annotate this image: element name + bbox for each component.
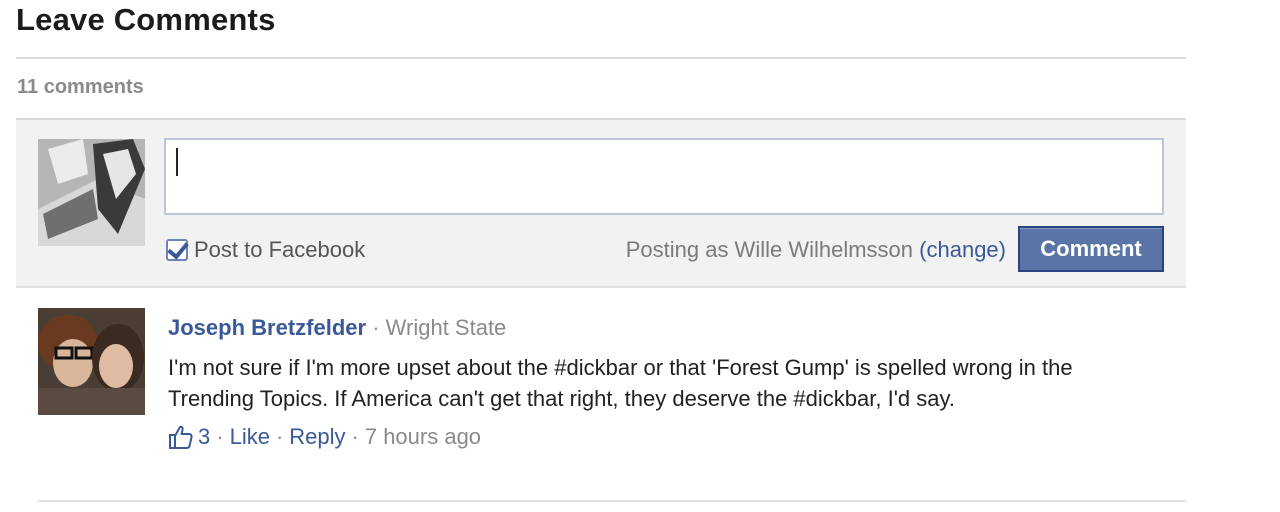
comment-input[interactable] [164,138,1164,215]
comment-author-link[interactable]: Joseph Bretzfelder [168,315,366,340]
text-caret [176,148,178,176]
actions-separator: · [216,424,224,449]
actions-separator: · [275,424,284,449]
header-separator: · [372,315,380,340]
like-count[interactable]: 3 [198,423,210,451]
comment-text: I'm not sure if I'm more upset about the… [168,355,1073,411]
actions-separator: · [351,424,359,449]
section-title: Leave Comments [16,2,276,37]
thumbs-up-icon[interactable] [168,424,194,450]
comment-submit-button[interactable]: Comment [1018,226,1164,272]
comment-header: Joseph Bretzfelder · Wright State [168,314,1168,342]
commenter-avatar-image [38,308,145,415]
comment-actions: 3 · Like · Reply · 7 hours ago [168,423,1168,451]
comment-count: 11 comments [17,76,144,98]
post-to-facebook-checkbox[interactable] [166,237,189,261]
comment-body: Joseph Bretzfelder · Wright State I'm no… [168,314,1168,451]
posting-as-text: Posting as Wille Wilhelmsson [625,237,914,262]
commenter-avatar[interactable] [38,308,145,415]
like-link[interactable]: Like [230,423,270,451]
comment-timestamp: 7 hours ago [364,424,482,449]
posting-as-info: Posting as Wille Wilhelmsson (change) [626,237,1006,263]
post-to-facebook-label: Post to Facebook [194,237,366,262]
comment-composer: Post to Facebook Posting as Wille Wilhel… [16,118,1186,288]
change-account-link[interactable]: (change) [919,237,1006,262]
post-to-facebook-option[interactable]: Post to Facebook [166,234,365,266]
user-avatar [38,139,145,246]
checkmark-icon [167,237,189,260]
comment-divider [38,500,1186,502]
title-divider [16,57,1186,59]
reply-link[interactable]: Reply [289,423,345,451]
comments-plugin: Leave Comments 11 comments Post to Faceb… [0,0,1280,512]
user-avatar-image [38,139,145,246]
comment-author-affiliation: Wright State [385,315,507,340]
